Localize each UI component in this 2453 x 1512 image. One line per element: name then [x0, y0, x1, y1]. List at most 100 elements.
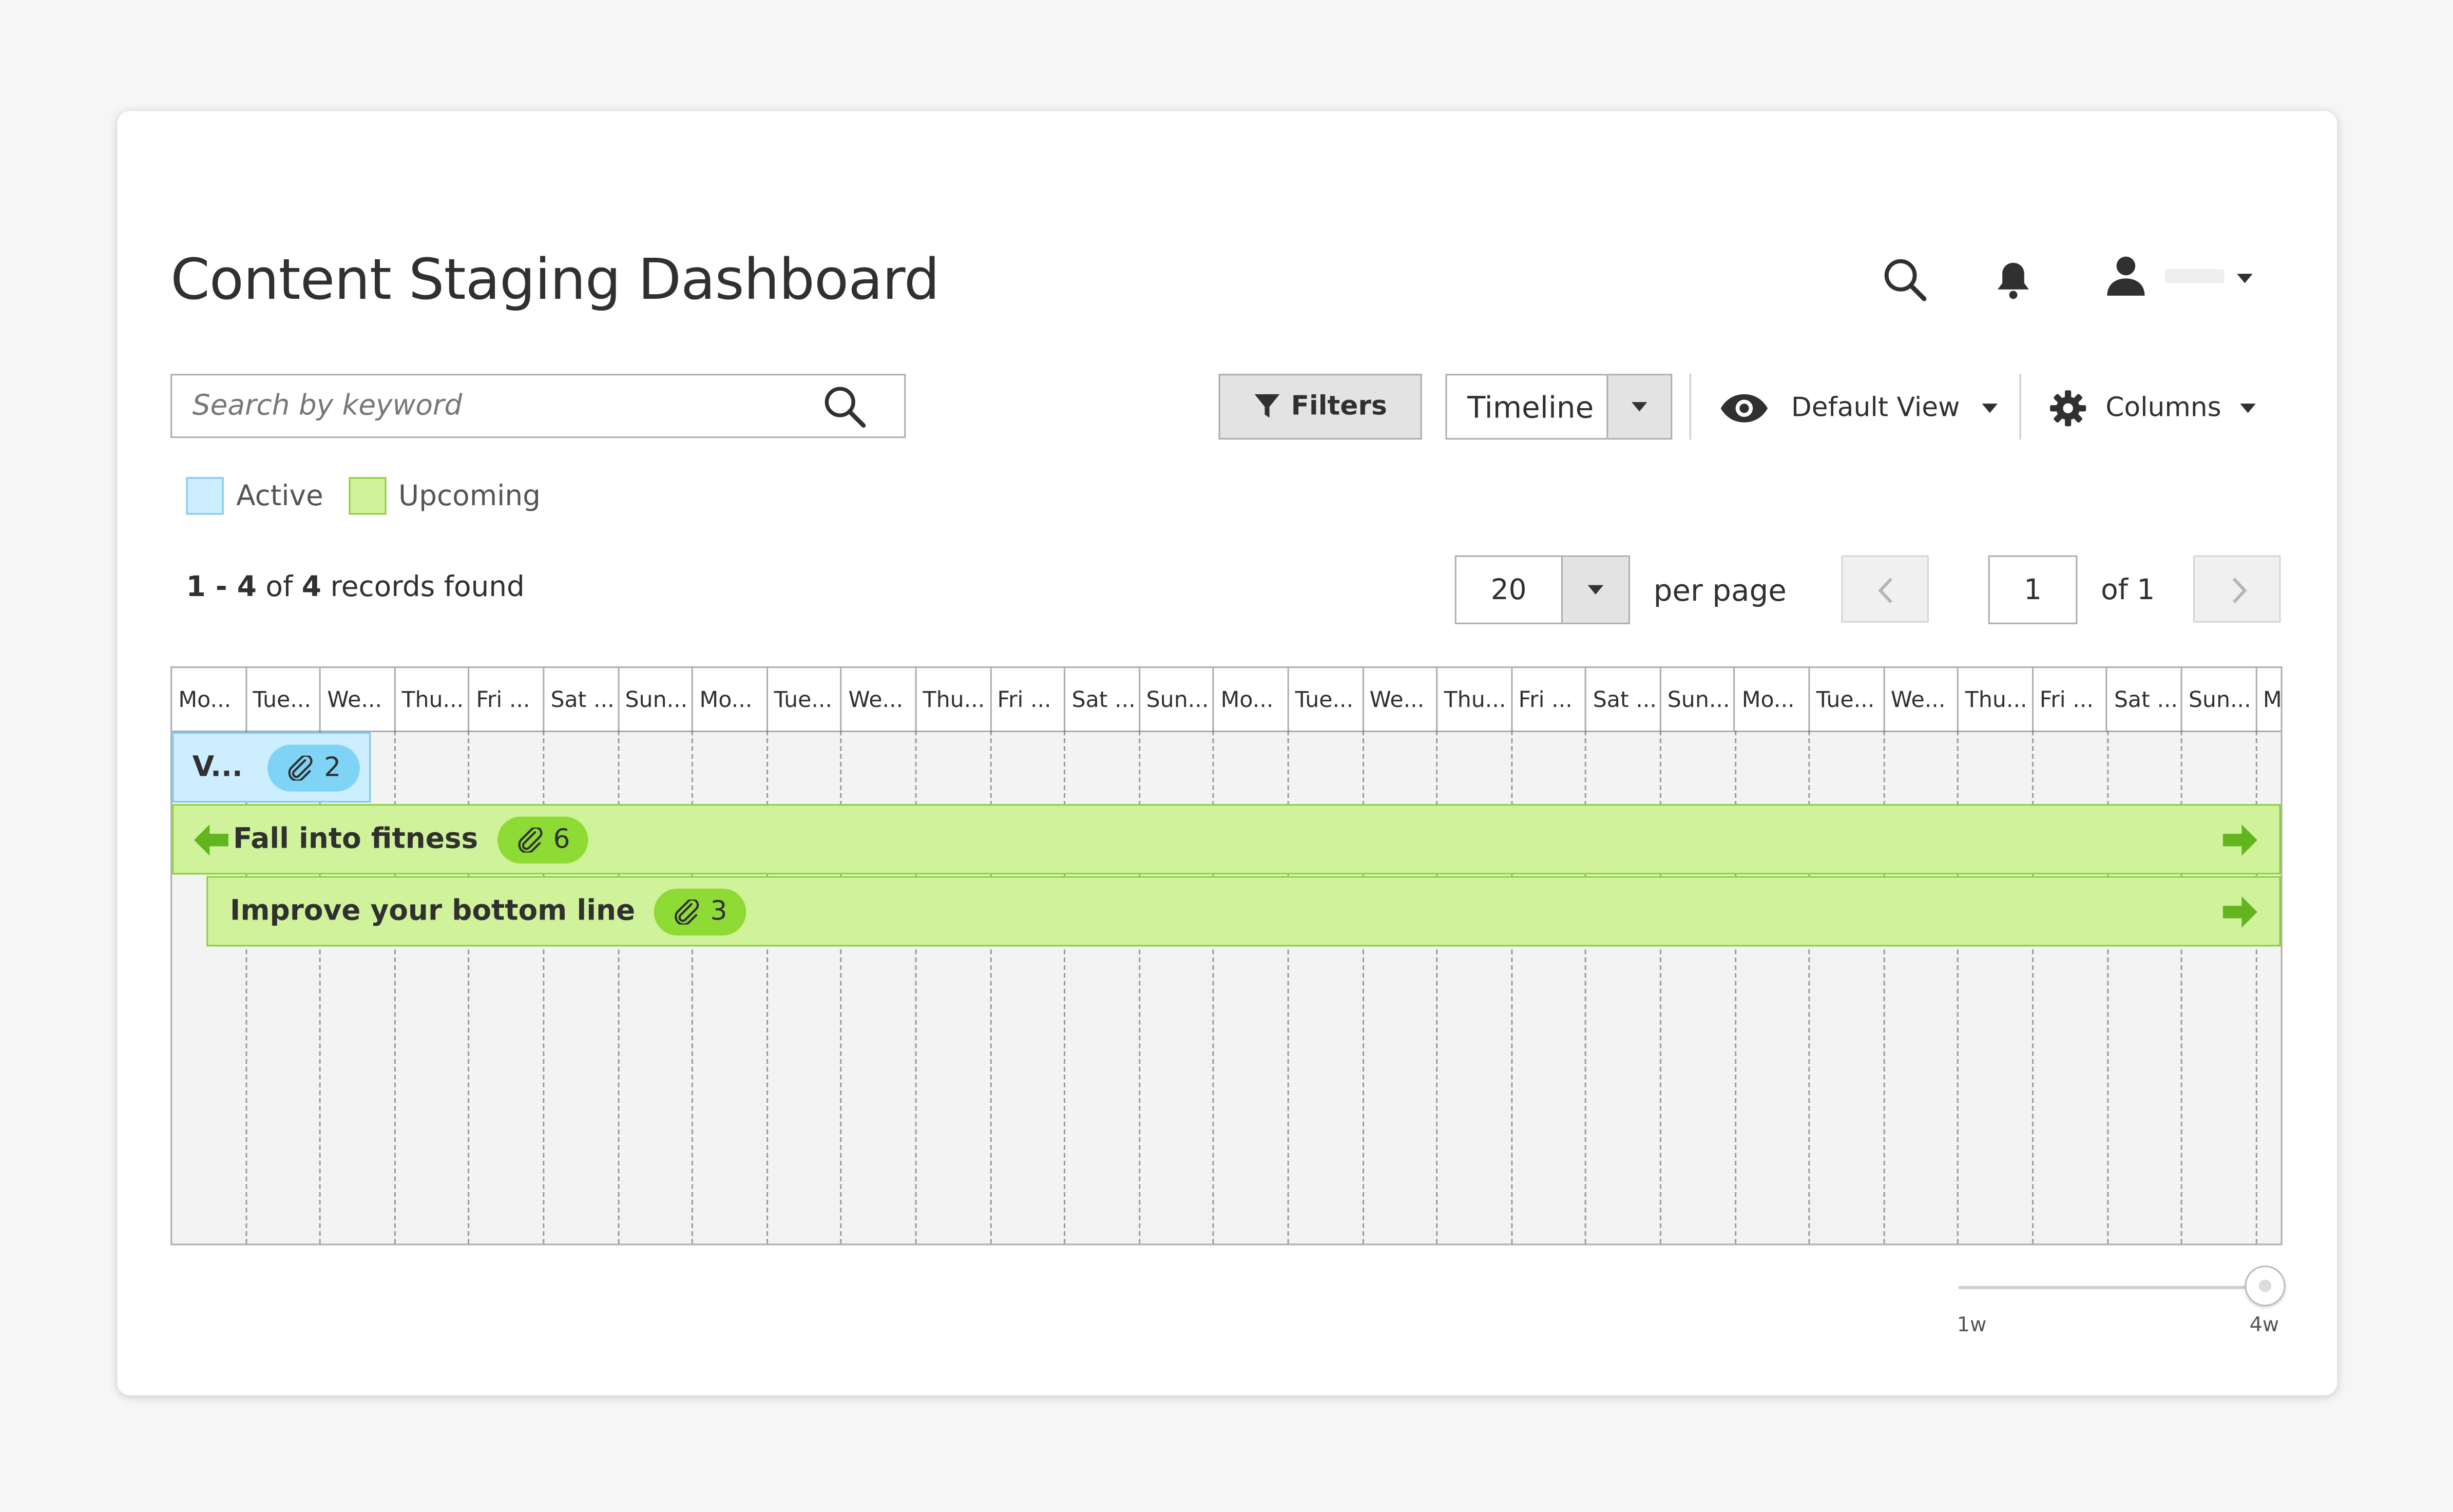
per-page-value: 20: [1490, 574, 1527, 607]
arrow-right-icon: [2222, 896, 2257, 928]
day-header-cell: Mo...: [693, 668, 768, 731]
zoom-min-label: 1w: [1957, 1314, 1987, 1338]
day-header-cell: Sat ...: [1587, 668, 1661, 731]
linked-items-badge[interactable]: 3: [654, 888, 746, 935]
records-total: 4: [301, 571, 321, 604]
toolbar-divider: [2019, 374, 2021, 440]
dashboard-panel: Content Staging Dashboard Filters Timeli…: [117, 111, 2337, 1395]
chevron-down-icon: [1982, 404, 1998, 413]
day-header-cell: We...: [842, 668, 917, 731]
day-header-cell: Sun...: [1140, 668, 1215, 731]
filters-button-label: Filters: [1291, 391, 1387, 423]
day-header-cell: Fri ...: [470, 668, 545, 731]
paperclip-icon: [675, 898, 699, 924]
global-search-icon[interactable]: [1882, 257, 1929, 303]
chevron-down-icon: [1587, 585, 1604, 595]
day-header-cell: Tue...: [1289, 668, 1364, 731]
account-menu-caret-icon[interactable]: [2237, 274, 2253, 283]
update-name: V...: [192, 751, 243, 784]
columns-dropdown[interactable]: Columns: [2049, 385, 2256, 432]
records-of: of: [265, 571, 293, 604]
paperclip-icon: [518, 827, 542, 852]
legend-swatch-upcoming: [348, 477, 386, 515]
linked-items-count: 6: [553, 824, 570, 855]
keyword-search-input[interactable]: [172, 375, 839, 437]
day-header-cell: Mo...: [172, 668, 247, 731]
page-title: Content Staging Dashboard: [170, 248, 940, 313]
next-page-button[interactable]: [2193, 555, 2281, 623]
arrow-right-icon: [2222, 824, 2257, 856]
day-header-cell: Thu...: [1438, 668, 1512, 731]
linked-items-count: 2: [324, 752, 341, 783]
day-header-cell: Fri ...: [991, 668, 1066, 731]
zoom-max-label: 4w: [2249, 1314, 2279, 1338]
app-viewport: Content Staging Dashboard Filters Timeli…: [0, 0, 2453, 1511]
update-name: Improve your bottom line: [229, 894, 636, 928]
day-header-cell: Sun...: [2182, 668, 2257, 731]
records-from: 1: [186, 571, 206, 604]
per-page-select[interactable]: 20: [1454, 555, 1630, 624]
day-header-cell: Tue...: [246, 668, 321, 731]
filters-button[interactable]: Filters: [1218, 374, 1422, 440]
day-header-cell: Tue...: [768, 668, 842, 731]
zoom-slider-track[interactable]: [1958, 1286, 2267, 1289]
day-header-cell: We...: [1885, 668, 1959, 731]
keyword-search: [170, 374, 906, 438]
chevron-left-icon: [1878, 578, 1893, 604]
records-suffix: records found: [330, 571, 525, 604]
current-page-value: 1: [2024, 574, 2042, 607]
chevron-down-icon: [2240, 404, 2256, 413]
linked-items-count: 3: [710, 895, 727, 927]
day-header-cell: We...: [1363, 668, 1438, 731]
day-header-cell: Thu...: [395, 668, 470, 731]
notifications-bell-icon[interactable]: [1995, 260, 2032, 300]
update-bar-active[interactable]: V... 2: [172, 732, 371, 803]
legend-label-active: Active: [236, 479, 323, 512]
day-header-cell: We...: [321, 668, 396, 731]
day-header-cell: Tue...: [1810, 668, 1885, 731]
timeline-grid: Mo... Tue... We... Thu... Fri ... Sat ..…: [170, 666, 2283, 1246]
day-header-cell: Sun...: [619, 668, 694, 731]
per-page-dropdown-toggle[interactable]: [1561, 557, 1628, 623]
view-mode-select[interactable]: Timeline: [1445, 374, 1673, 440]
records-count: 1 - 4 of 4 records found: [186, 571, 525, 604]
update-bar-upcoming[interactable]: Improve your bottom line 3: [206, 876, 2281, 947]
zoom-slider-handle[interactable]: [2245, 1266, 2286, 1307]
day-header-cell: Mo...: [1214, 668, 1289, 731]
day-header-cell: Sat ...: [1065, 668, 1140, 731]
default-view-dropdown[interactable]: Default View: [1719, 385, 1998, 432]
view-mode-dropdown-toggle[interactable]: [1606, 375, 1671, 438]
user-name-redacted[interactable]: [2165, 269, 2225, 283]
default-view-label: Default View: [1791, 392, 1960, 424]
paperclip-icon: [288, 755, 313, 780]
arrow-left-icon: [194, 824, 228, 856]
chevron-right-icon: [2232, 578, 2247, 604]
gear-icon: [2050, 390, 2086, 427]
view-mode-value: Timeline: [1467, 391, 1594, 426]
filter-funnel-icon: [1255, 394, 1280, 418]
day-header-cell: Sat ...: [544, 668, 619, 731]
chevron-down-icon: [1632, 402, 1647, 412]
current-page-input[interactable]: 1: [1988, 555, 2078, 624]
search-submit-icon[interactable]: [823, 385, 867, 429]
previous-page-button[interactable]: [1841, 555, 1929, 623]
columns-label: Columns: [2105, 392, 2221, 424]
timeline-day-header: Mo... Tue... We... Thu... Fri ... Sat ..…: [172, 668, 2282, 732]
linked-items-badge[interactable]: 6: [496, 816, 589, 863]
day-header-cell: Fri ...: [1512, 668, 1587, 731]
linked-items-badge[interactable]: 2: [267, 743, 360, 791]
day-header-cell: M: [2263, 688, 2282, 714]
day-header-cell: Sat ...: [2108, 668, 2182, 731]
day-header-cell: Fri ...: [2034, 668, 2108, 731]
legend-label-upcoming: Upcoming: [398, 479, 541, 512]
legend-swatch-active: [186, 477, 224, 515]
update-name: Fall into fitness: [233, 822, 478, 856]
per-page-label: per page: [1653, 574, 1787, 609]
day-header-cell: Thu...: [916, 668, 991, 731]
total-pages-label: of 1: [2101, 574, 2155, 607]
day-header-cell: Sun...: [1661, 668, 1736, 731]
user-account-icon[interactable]: [2104, 254, 2148, 297]
day-header-cell: Thu...: [1959, 668, 2034, 731]
status-legend: Active Upcoming: [186, 477, 541, 515]
update-bar-upcoming[interactable]: Fall into fitness 6: [172, 804, 2281, 875]
